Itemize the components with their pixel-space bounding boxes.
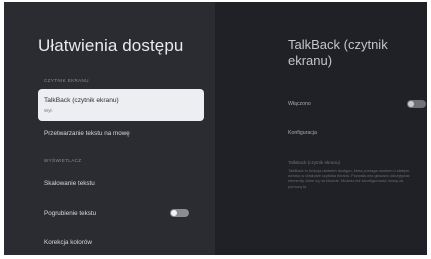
talkback-status: Wył. (44, 108, 53, 113)
menu-item-bold-text[interactable]: Pogrubienie tekstu (44, 210, 96, 217)
detail-item-configuration[interactable]: Konfiguracja (288, 130, 317, 136)
page-title: Ułatwienia dostępu (38, 36, 184, 55)
talkback-label: TalkBack (czytnik ekranu) (44, 97, 119, 104)
menu-item-talkback[interactable]: TalkBack (czytnik ekranu) Wył. (38, 89, 204, 121)
menu-item-color-correction[interactable]: Korekcja kolorów (44, 239, 92, 246)
menu-item-text-to-speech[interactable]: Przetwarzanie tekstu na mowę (44, 130, 130, 137)
detail-item-enabled[interactable]: Włączono (288, 101, 311, 107)
section-header-display: WYŚWIETLACZ (44, 158, 82, 163)
description-text: TalkBack to funkcja ułatwień dostępu, kt… (288, 168, 410, 189)
detail-title: TalkBack (czytnik ekranu) (288, 37, 388, 68)
section-header-screen-reader: CZYTNIK EKRANU (44, 78, 89, 83)
talkback-enabled-toggle-switch-icon[interactable] (407, 100, 426, 108)
menu-item-text-scaling[interactable]: Skalowanie tekstu (44, 180, 95, 187)
accessibility-menu-panel: Ułatwienia dostępu CZYTNIK EKRANU TalkBa… (4, 2, 215, 255)
description-title: TalkBack (czytnik ekranu) (288, 160, 341, 165)
tv-settings-screen: Ułatwienia dostępu CZYTNIK EKRANU TalkBa… (4, 2, 427, 255)
bold-text-toggle-switch-icon[interactable] (170, 209, 189, 217)
